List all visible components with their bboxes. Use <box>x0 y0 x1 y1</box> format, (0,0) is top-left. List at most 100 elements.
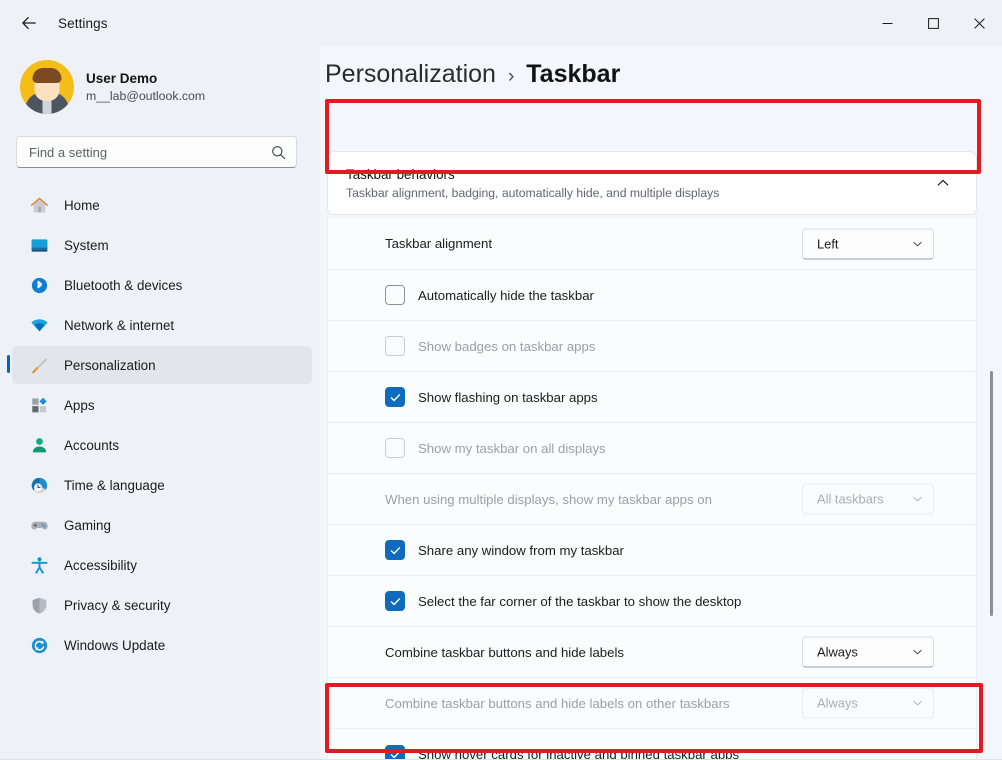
row-automatically-hide-taskbar[interactable]: Automatically hide the taskbar <box>328 269 976 320</box>
breadcrumb-parent[interactable]: Personalization <box>325 60 496 89</box>
row-label: Show my taskbar on all displays <box>418 441 606 456</box>
sidebar-item-accounts[interactable]: Accounts <box>12 426 312 464</box>
window-controls <box>864 0 1002 46</box>
bluetooth-icon <box>28 274 50 296</box>
row-multiple-displays-apps: When using multiple displays, show my ta… <box>328 473 976 524</box>
check-icon <box>389 595 402 608</box>
sidebar-item-label: Personalization <box>64 358 156 373</box>
check-icon <box>389 391 402 404</box>
brush-icon <box>28 354 50 376</box>
update-icon <box>28 634 50 656</box>
dropdown-value: Always <box>817 696 909 711</box>
sidebar-item-label: Accounts <box>64 438 119 453</box>
checkbox-show-badges <box>385 336 405 356</box>
profile-card[interactable]: User Demo m__lab@outlook.com <box>20 60 320 114</box>
check-icon <box>389 544 402 557</box>
checkbox-share-any-window[interactable] <box>385 540 405 560</box>
close-icon <box>974 18 985 29</box>
checkbox-automatically-hide-taskbar[interactable] <box>385 285 405 305</box>
sidebar: User Demo m__lab@outlook.com <box>0 46 320 760</box>
dropdown-value: Left <box>817 236 909 251</box>
row-label: Combine taskbar buttons and hide labels <box>385 645 624 660</box>
row-label: Combine taskbar buttons and hide labels … <box>385 696 730 711</box>
sidebar-item-label: Gaming <box>64 518 111 533</box>
row-taskbar-alignment: Taskbar alignment Left <box>328 218 976 269</box>
checkbox-select-far-corner[interactable] <box>385 591 405 611</box>
row-label: Show badges on taskbar apps <box>418 339 595 354</box>
breadcrumb-separator: › <box>508 66 514 88</box>
sidebar-item-label: System <box>64 238 109 253</box>
window-title: Settings <box>58 16 108 31</box>
minimize-icon <box>882 18 893 29</box>
sidebar-item-home[interactable]: Home <box>12 186 312 224</box>
sidebar-nav: Home System <box>0 186 320 664</box>
chevron-down-icon <box>909 494 925 505</box>
row-show-hover-cards[interactable]: Show hover cards for inactive and pinned… <box>328 728 976 760</box>
sidebar-item-network[interactable]: Network & internet <box>12 306 312 344</box>
row-show-flashing[interactable]: Show flashing on taskbar apps <box>328 371 976 422</box>
sidebar-item-bluetooth[interactable]: Bluetooth & devices <box>12 266 312 304</box>
checkbox-show-hover-cards[interactable] <box>385 745 405 760</box>
row-label: Taskbar alignment <box>385 236 492 251</box>
sidebar-item-label: Privacy & security <box>64 598 170 613</box>
chevron-down-icon <box>909 698 925 709</box>
expander-title: Taskbar behaviors <box>346 165 719 184</box>
taskbar-alignment-dropdown[interactable]: Left <box>802 228 934 259</box>
profile-name: User Demo <box>86 70 205 88</box>
search-box[interactable] <box>16 136 297 168</box>
avatar <box>20 60 74 114</box>
sidebar-item-label: Time & language <box>64 478 165 493</box>
sidebar-item-accessibility[interactable]: Accessibility <box>12 546 312 584</box>
expander-subtitle: Taskbar alignment, badging, automaticall… <box>346 184 719 202</box>
chevron-up-icon[interactable] <box>928 168 958 198</box>
account-icon <box>28 434 50 456</box>
sidebar-item-label: Accessibility <box>64 558 137 573</box>
accessibility-icon <box>28 554 50 576</box>
combine-taskbar-buttons-dropdown[interactable]: Always <box>802 637 934 668</box>
clock-icon <box>28 474 50 496</box>
sidebar-item-label: Network & internet <box>64 318 174 333</box>
content-scrollbar[interactable] <box>985 196 999 760</box>
sidebar-item-label: Bluetooth & devices <box>64 278 182 293</box>
sidebar-item-windows-update[interactable]: Windows Update <box>12 626 312 664</box>
scrollbar-thumb[interactable] <box>990 371 993 616</box>
home-icon <box>28 194 50 216</box>
search-icon <box>271 145 286 160</box>
apps-icon <box>28 394 50 416</box>
system-icon <box>28 234 50 256</box>
sidebar-item-label: Home <box>64 198 100 213</box>
taskbar-behaviors-panel: Taskbar alignment Left Automatically hid… <box>327 218 977 760</box>
dropdown-value: All taskbars <box>817 492 909 507</box>
sidebar-item-label: Windows Update <box>64 638 165 653</box>
minimize-button[interactable] <box>864 0 910 46</box>
sidebar-item-label: Apps <box>64 398 95 413</box>
maximize-button[interactable] <box>910 0 956 46</box>
maximize-icon <box>928 18 939 29</box>
row-label: Automatically hide the taskbar <box>418 288 594 303</box>
dropdown-value: Always <box>817 645 909 660</box>
row-label: Share any window from my taskbar <box>418 543 624 558</box>
profile-email: m__lab@outlook.com <box>86 88 205 105</box>
wifi-icon <box>28 314 50 336</box>
title-bar: Settings <box>0 0 1002 46</box>
combine-other-taskbars-dropdown: Always <box>802 688 934 719</box>
back-button[interactable] <box>12 7 46 39</box>
search-input[interactable] <box>29 145 271 160</box>
sidebar-item-privacy-security[interactable]: Privacy & security <box>12 586 312 624</box>
main-content: Personalization › Taskbar Taskbar behavi… <box>320 46 1002 760</box>
sidebar-item-system[interactable]: System <box>12 226 312 264</box>
taskbar-behaviors-expander[interactable]: Taskbar behaviors Taskbar alignment, bad… <box>327 151 977 215</box>
row-combine-taskbar-buttons: Combine taskbar buttons and hide labels … <box>328 626 976 677</box>
sidebar-item-personalization[interactable]: Personalization <box>12 346 312 384</box>
sidebar-item-gaming[interactable]: Gaming <box>12 506 312 544</box>
sidebar-item-apps[interactable]: Apps <box>12 386 312 424</box>
checkbox-show-flashing[interactable] <box>385 387 405 407</box>
row-label: When using multiple displays, show my ta… <box>385 492 712 507</box>
close-button[interactable] <box>956 0 1002 46</box>
row-share-any-window[interactable]: Share any window from my taskbar <box>328 524 976 575</box>
row-select-far-corner[interactable]: Select the far corner of the taskbar to … <box>328 575 976 626</box>
sidebar-item-time-language[interactable]: Time & language <box>12 466 312 504</box>
row-show-badges: Show badges on taskbar apps <box>328 320 976 371</box>
arrow-left-icon <box>20 14 38 32</box>
row-label: Select the far corner of the taskbar to … <box>418 594 741 609</box>
